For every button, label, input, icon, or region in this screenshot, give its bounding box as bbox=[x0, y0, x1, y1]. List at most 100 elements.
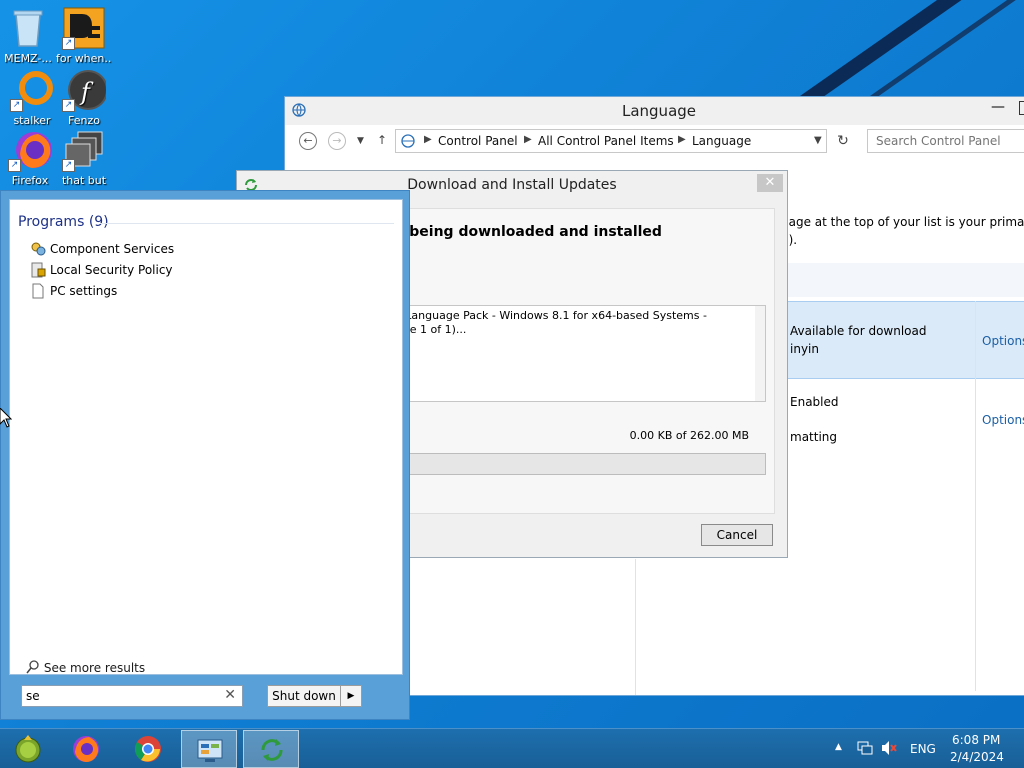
breadcrumb-separator-icon: ▶ bbox=[524, 134, 532, 145]
refresh-button[interactable]: ↻ bbox=[831, 129, 855, 153]
firefox-icon bbox=[73, 736, 99, 762]
stacked-windows-icon: ↗ bbox=[62, 128, 106, 172]
download-progress-bar bbox=[378, 453, 766, 475]
column-divider bbox=[975, 301, 976, 691]
desktop-icon-label: Firefox bbox=[11, 174, 49, 187]
desktop-icon-label: stalker bbox=[13, 114, 51, 127]
taskbar: ▲ ENG 6:08 PM 2/4/2024 bbox=[0, 728, 1024, 768]
maximize-button[interactable] bbox=[1019, 101, 1024, 115]
taskbar-windows-update[interactable] bbox=[243, 730, 299, 768]
log-scrollbar[interactable] bbox=[755, 306, 765, 401]
column-divider bbox=[635, 559, 636, 695]
recent-locations-icon[interactable]: ▼ bbox=[357, 136, 364, 146]
breadcrumb-control-panel[interactable]: Control Panel bbox=[438, 134, 518, 148]
address-dropdown-icon[interactable]: ▼ bbox=[814, 135, 822, 146]
mouse-cursor-icon bbox=[0, 407, 13, 431]
language-window-title: Language bbox=[621, 102, 697, 120]
clear-search-icon[interactable]: ✕ bbox=[224, 687, 236, 703]
shut-down-button[interactable]: Shut down bbox=[267, 685, 341, 707]
program-item-component-services[interactable]: Component Services bbox=[30, 240, 390, 260]
download-log-line: ied Language Pack - Windows 8.1 for x64-… bbox=[385, 309, 707, 322]
desktop-icon-memz[interactable]: MEMZ-... bbox=[0, 6, 56, 65]
up-button[interactable]: ↑ bbox=[377, 133, 387, 147]
program-label: PC settings bbox=[50, 284, 118, 298]
address-box[interactable]: ▶ Control Panel ▶ All Control Panel Item… bbox=[395, 129, 827, 153]
taskbar-firefox[interactable] bbox=[58, 730, 114, 768]
start-menu-results: Programs (9) Component Services Local Se… bbox=[9, 199, 403, 675]
language-row1-options-link[interactable]: Options bbox=[982, 334, 1024, 348]
input-language-indicator[interactable]: ENG bbox=[910, 742, 936, 756]
desktop-icon-firefox[interactable]: ↗ Firefox bbox=[2, 128, 58, 187]
search-input[interactable] bbox=[867, 129, 1024, 153]
download-log-line: odate 1 of 1)... bbox=[385, 323, 467, 336]
language-row2-sub: matting bbox=[790, 430, 838, 444]
shortcut-arrow-icon: ↗ bbox=[62, 37, 75, 50]
language-titlebar[interactable]: Language — bbox=[285, 97, 1024, 125]
back-button[interactable]: ← bbox=[299, 132, 317, 150]
component-services-icon bbox=[30, 241, 46, 257]
clock-date[interactable]: 2/4/2024 bbox=[950, 750, 1004, 764]
desktop-icon-label: Fenzo bbox=[68, 114, 100, 127]
see-more-label: See more results bbox=[43, 661, 146, 675]
program-item-local-security-policy[interactable]: Local Security Policy bbox=[30, 261, 390, 281]
see-more-results-link[interactable]: See more results bbox=[26, 660, 145, 677]
download-heading: re being downloaded and installed bbox=[388, 224, 662, 240]
address-bar: ← → ▼ ↑ ▶ Control Panel ▶ All Control Pa… bbox=[285, 125, 1024, 157]
breadcrumb-all-items[interactable]: All Control Panel Items bbox=[538, 134, 674, 148]
start-search-input[interactable] bbox=[26, 688, 216, 704]
breadcrumb-language[interactable]: Language bbox=[692, 134, 751, 148]
chrome-icon bbox=[134, 736, 161, 762]
minimize-button[interactable]: — bbox=[987, 99, 1009, 119]
breadcrumb-separator-icon: ▶ bbox=[424, 134, 432, 145]
download-log-box[interactable]: ied Language Pack - Windows 8.1 for x64-… bbox=[378, 305, 766, 402]
desktop-icon-label: that but bbox=[61, 174, 107, 187]
desktop-icon-for-when[interactable]: ↗ for when... bbox=[56, 6, 112, 65]
show-hidden-icons-button[interactable]: ▲ bbox=[835, 742, 842, 752]
cancel-button[interactable]: Cancel bbox=[701, 524, 773, 546]
clock-time[interactable]: 6:08 PM bbox=[952, 733, 1000, 747]
language-row1-sub: inyin bbox=[790, 342, 819, 356]
flash-app-icon: f ↗ bbox=[62, 68, 108, 112]
recycle-bin-icon bbox=[6, 6, 50, 50]
program-item-pc-settings[interactable]: PC settings bbox=[30, 282, 390, 302]
shortcut-arrow-icon: ↗ bbox=[62, 99, 75, 112]
language-status-enabled: Enabled bbox=[790, 395, 839, 409]
pc-settings-icon bbox=[30, 283, 46, 299]
control-panel-icon bbox=[400, 133, 416, 152]
breadcrumb-separator-icon: ▶ bbox=[678, 134, 686, 145]
taskbar-chrome[interactable] bbox=[120, 730, 176, 768]
programs-divider bbox=[100, 223, 394, 224]
start-search-box[interactable]: ✕ bbox=[21, 685, 243, 707]
network-icon[interactable] bbox=[856, 739, 874, 760]
windows-update-icon bbox=[261, 739, 283, 761]
volume-muted-icon[interactable] bbox=[880, 739, 898, 760]
desktop-icon-stalker[interactable]: ↗ stalker bbox=[4, 68, 60, 127]
shortcut-arrow-icon: ↗ bbox=[62, 159, 75, 172]
start-menu: Programs (9) Component Services Local Se… bbox=[0, 190, 410, 720]
language-description-line1: uage at the top of your list is your pri… bbox=[781, 215, 1024, 229]
taskbar-control-panel[interactable] bbox=[181, 730, 237, 768]
desktop-icon-label: MEMZ-... bbox=[4, 52, 52, 65]
forward-button[interactable]: → bbox=[328, 132, 346, 150]
dialog-close-button[interactable]: ✕ bbox=[757, 174, 783, 192]
taskbar-start-orb[interactable] bbox=[0, 730, 56, 768]
control-panel-icon bbox=[197, 739, 223, 762]
language-row2-options-link[interactable]: Options bbox=[982, 413, 1024, 427]
firefox-icon: ↗ bbox=[8, 128, 52, 172]
search-icon bbox=[26, 660, 40, 677]
programs-header: Programs (9) bbox=[18, 214, 109, 230]
desktop-icon-fenzo[interactable]: f ↗ Fenzo bbox=[56, 68, 112, 127]
desktop-icon-that-but[interactable]: ↗ that but bbox=[56, 128, 112, 187]
program-label: Local Security Policy bbox=[50, 263, 173, 277]
shut-down-options-icon[interactable]: ▶ bbox=[340, 685, 362, 707]
shortcut-arrow-icon: ↗ bbox=[10, 99, 23, 112]
start-orb-icon bbox=[15, 735, 41, 763]
ring-app-icon: ↗ bbox=[10, 68, 54, 112]
shortcut-arrow-icon: ↗ bbox=[8, 159, 21, 172]
download-size-text: 0.00 KB of 262.00 MB bbox=[629, 429, 749, 442]
de-app-icon: ↗ bbox=[62, 6, 106, 50]
language-toolbar bbox=[785, 263, 1024, 297]
desktop-icon-label: for when... bbox=[56, 52, 112, 65]
security-policy-icon bbox=[30, 262, 46, 278]
program-label: Component Services bbox=[50, 242, 175, 256]
